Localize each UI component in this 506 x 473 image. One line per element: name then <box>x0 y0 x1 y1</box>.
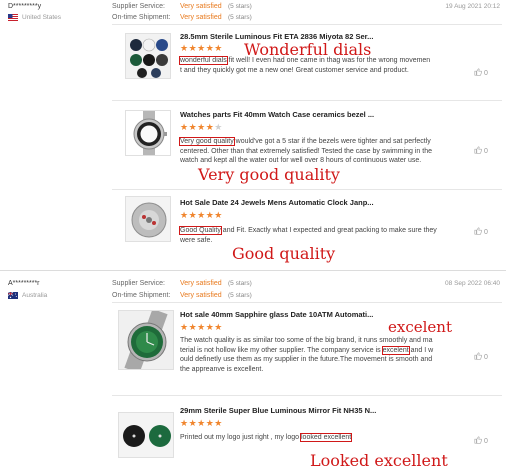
like-button[interactable]: 0 <box>474 352 488 361</box>
au-flag-icon <box>8 292 18 299</box>
thumbs-up-icon <box>474 146 482 154</box>
highlight-box: Good Quality <box>179 226 222 235</box>
review-date: 08 Sep 2022 06:40 <box>445 280 500 287</box>
product-title[interactable]: Watches parts Fit 40mm Watch Case cerami… <box>180 110 374 119</box>
thumbs-up-icon <box>474 436 482 444</box>
like-button[interactable]: 0 <box>474 227 488 236</box>
like-count: 0 <box>484 229 488 236</box>
rating-stars: ★★★★★ <box>180 122 223 132</box>
buyer-name: D*********y <box>8 3 42 10</box>
us-flag-icon <box>8 14 18 21</box>
buyer-country: United States <box>22 14 62 21</box>
rating-stars: ★★★★★ <box>180 418 223 428</box>
supplier-service-stars: (5 stars) <box>228 280 252 287</box>
highlight-box: looked excellent <box>299 433 353 442</box>
supplier-service-label: Supplier Service: <box>112 3 165 10</box>
annotation-very-good-quality: Very good quality <box>198 165 340 184</box>
supplier-service-value: Very satisfied <box>180 3 222 10</box>
product-image-watch-case[interactable] <box>125 110 171 156</box>
highlight-box: wonderful dials <box>179 56 228 65</box>
rating-stars: ★★★★★ <box>180 322 223 332</box>
product-image-dials[interactable] <box>125 33 171 79</box>
like-count: 0 <box>484 438 488 445</box>
divider <box>112 24 502 25</box>
on-time-shipment-value: Very satisfied <box>180 14 222 21</box>
review-text: The watch quality is as similar too some… <box>180 337 434 373</box>
divider <box>112 189 502 190</box>
rating-stars: ★★★★★ <box>180 43 223 53</box>
product-title[interactable]: 29mm Sterile Super Blue Luminous Mirror … <box>180 406 376 415</box>
on-time-shipment-value: Very satisfied <box>180 292 222 299</box>
on-time-shipment-stars: (5 stars) <box>228 292 252 299</box>
supplier-service-value: Very satisfied <box>180 280 222 287</box>
product-image-movement[interactable] <box>125 196 171 242</box>
section-divider <box>0 270 506 271</box>
annotation-excelent: excelent <box>388 318 452 336</box>
review-text: Printed out my logo just right , my logo… <box>180 433 353 442</box>
product-image-blue-dials[interactable] <box>118 412 174 458</box>
highlight-box: Very good quality <box>179 137 235 146</box>
annotation-good-quality: Good quality <box>232 244 336 263</box>
like-count: 0 <box>484 354 488 361</box>
divider <box>112 302 502 303</box>
like-button[interactable]: 0 <box>474 68 488 77</box>
like-count: 0 <box>484 148 488 155</box>
like-button[interactable]: 0 <box>474 146 488 155</box>
supplier-service-stars: (5 stars) <box>228 3 252 10</box>
annotation-looked-excellent: Looked excellent <box>310 451 448 470</box>
review-date: 19 Aug 2021 20:12 <box>445 3 500 10</box>
on-time-shipment-label: On-time Shipment: <box>112 292 171 299</box>
highlight-box: excelent <box>381 345 410 355</box>
supplier-service-label: Supplier Service: <box>112 280 165 287</box>
like-button[interactable]: 0 <box>474 436 488 445</box>
thumbs-up-icon <box>474 68 482 76</box>
thumbs-up-icon <box>474 352 482 360</box>
on-time-shipment-label: On-time Shipment: <box>112 14 171 21</box>
product-title[interactable]: Hot Sale Date 24 Jewels Mens Automatic C… <box>180 198 374 207</box>
product-title[interactable]: Hot sale 40mm Sapphire glass Date 10ATM … <box>180 310 373 319</box>
divider <box>112 395 502 396</box>
rating-stars: ★★★★★ <box>180 210 223 220</box>
review-text: Good Quality and Fit. Exactly what I exp… <box>179 226 437 244</box>
divider <box>112 100 502 101</box>
on-time-shipment-stars: (5 stars) <box>228 14 252 21</box>
review-text: Very good quality would've got a 5 star … <box>179 137 432 164</box>
buyer-name: A*********r <box>8 280 40 287</box>
annotation-wonderful-dials: Wonderful dials <box>244 40 372 59</box>
thumbs-up-icon <box>474 227 482 235</box>
buyer-country: Australia <box>22 292 48 299</box>
like-count: 0 <box>484 70 488 77</box>
product-image-green-watch[interactable] <box>118 310 174 370</box>
